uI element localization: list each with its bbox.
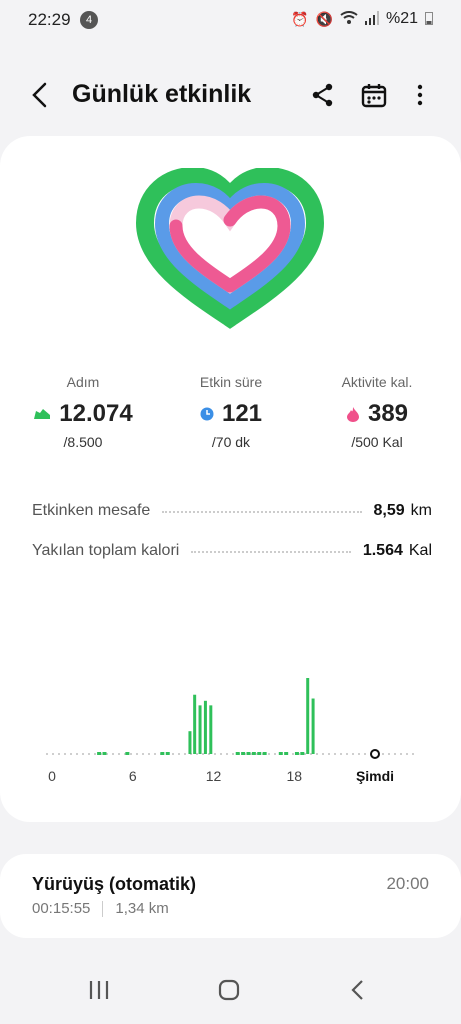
activity-name: Yürüyüş (otomatik) <box>32 874 197 894</box>
hourly-activity-chart[interactable]: 0 6 12 18 Şimdi <box>32 666 432 796</box>
activity-list-item[interactable]: Yürüyüş (otomatik) 20:00 00:15:55 1,34 k… <box>0 854 461 938</box>
chart-low-mark <box>300 752 305 755</box>
chart-bar <box>209 705 213 754</box>
app-bar: Günlük etkinlik <box>0 64 461 128</box>
total-calories-label: Yakılan toplam kalori <box>32 542 180 559</box>
chart-low-mark <box>284 752 289 755</box>
total-calories-unit: Kal <box>408 542 432 559</box>
dotted-leader <box>162 511 362 513</box>
home-button[interactable] <box>217 978 241 1007</box>
page-title: Günlük etkinlik <box>72 80 252 108</box>
battery-icon <box>425 11 433 28</box>
recent-apps-button[interactable] <box>88 978 110 1007</box>
back-nav-button[interactable] <box>348 978 368 1007</box>
activity-details: 00:15:55 1,34 km <box>32 900 169 917</box>
activity-time: 20:00 <box>386 874 429 893</box>
chart-low-mark <box>241 752 246 755</box>
more-vertical-icon <box>417 84 423 106</box>
total-calories-value: 1.564 <box>362 542 403 559</box>
chart-low-mark <box>97 752 102 755</box>
divider <box>102 900 104 917</box>
recent-apps-icon <box>89 981 109 999</box>
status-bar: 22:29 4 ⏰ 🔇 %21 <box>0 0 461 40</box>
shoe-icon <box>34 409 51 419</box>
distance-row: Etkinken mesafe 8,59 km <box>32 502 432 520</box>
steps-goal: /8.500 <box>63 434 103 450</box>
chart-tick-label: Şimdi <box>355 768 395 784</box>
system-nav-bar <box>0 958 461 1024</box>
chart-tick-label: 12 <box>205 768 222 784</box>
alarm-icon: ⏰ <box>291 10 309 27</box>
chart-bar <box>311 698 315 754</box>
home-icon <box>218 979 240 1001</box>
chart-low-mark <box>235 752 240 755</box>
chart-low-mark <box>165 752 170 755</box>
chart-bar <box>306 678 310 754</box>
chart-tick-label: 18 <box>286 768 303 784</box>
chart-canvas <box>46 678 416 759</box>
active-time-goal: /70 dk <box>211 434 251 450</box>
chart-low-mark <box>251 752 256 755</box>
wifi-icon <box>340 10 358 28</box>
chart-bar <box>188 731 192 754</box>
battery-percent: %21 <box>385 10 418 27</box>
calories-value: 389 <box>367 400 409 427</box>
more-options-button[interactable] <box>405 80 435 110</box>
calendar-icon <box>361 84 387 108</box>
chart-low-mark <box>278 752 283 755</box>
calories-stat[interactable]: Aktivite kal. 389 /500 Kal <box>302 374 452 450</box>
distance-unit: km <box>410 502 432 519</box>
chart-low-mark <box>262 752 267 755</box>
chart-bar <box>203 700 207 754</box>
distance-value: 8,59 <box>373 502 405 519</box>
chart-bar <box>198 705 202 754</box>
chart-low-mark <box>102 752 107 755</box>
chart-low-mark <box>294 752 299 755</box>
active-time-label: Etkin süre <box>199 374 263 390</box>
total-calories-row: Yakılan toplam kalori 1.564 Kal <box>32 542 432 560</box>
active-time-stat[interactable]: Etkin süre 121 /70 dk <box>156 374 306 450</box>
share-button[interactable] <box>308 80 338 110</box>
share-icon <box>312 83 333 107</box>
active-time-value: 121 <box>221 400 263 427</box>
back-button[interactable] <box>26 80 56 110</box>
calories-goal: /500 Kal <box>351 434 403 450</box>
activity-distance: 1,34 km <box>115 900 169 917</box>
back-nav-icon <box>351 980 363 1000</box>
chart-tick-label: 6 <box>128 768 137 784</box>
calories-label: Aktivite kal. <box>341 374 413 390</box>
chart-low-mark <box>160 752 165 755</box>
signal-icon <box>364 10 379 28</box>
notification-count-badge: 4 <box>80 11 98 29</box>
clock-icon <box>200 407 214 421</box>
back-arrow-icon <box>32 82 47 108</box>
steps-stat[interactable]: Adım 12.074 /8.500 <box>8 374 158 450</box>
calendar-button[interactable] <box>359 80 389 110</box>
distance-label: Etkinken mesafe <box>32 502 151 519</box>
steps-label: Adım <box>66 374 100 390</box>
chart-low-mark <box>246 752 251 755</box>
status-icons: ⏰ 🔇 %21 <box>291 10 433 28</box>
activity-heart-rings <box>135 168 325 329</box>
flame-icon <box>346 407 359 422</box>
dotted-leader <box>191 551 351 553</box>
chart-low-mark <box>257 752 262 755</box>
activity-duration: 00:15:55 <box>32 900 91 917</box>
mute-icon: 🔇 <box>315 10 333 27</box>
daily-activity-card: Adım 12.074 /8.500 Etkin süre 121 /70 dk… <box>0 136 461 822</box>
chart-bar <box>193 694 197 754</box>
chart-low-mark <box>125 752 130 755</box>
steps-value: 12.074 <box>59 400 133 427</box>
status-time: 22:29 <box>28 10 71 29</box>
now-marker <box>370 749 380 759</box>
chart-tick-label: 0 <box>48 768 56 784</box>
